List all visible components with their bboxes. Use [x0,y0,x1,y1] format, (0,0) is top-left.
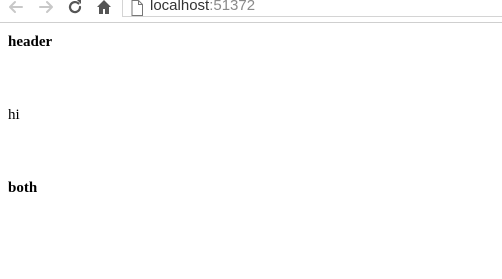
url-host: localhost [150,0,210,14]
home-icon [95,0,113,21]
reload-button[interactable] [66,0,84,18]
both-text: both [8,180,38,196]
page-icon [131,0,143,16]
forward-arrow-icon [37,0,55,21]
hi-text: hi [8,107,20,123]
back-button[interactable] [7,0,25,18]
address-bar[interactable]: localhost:51372 [122,0,502,17]
forward-button[interactable] [37,0,55,18]
header-text: header [8,34,53,50]
url-text[interactable]: localhost:51372 [150,0,255,16]
back-arrow-icon [7,0,25,21]
home-button[interactable] [95,0,113,18]
url-port: :51372 [209,0,256,14]
reload-icon [66,0,84,21]
browser-toolbar: localhost:51372 [0,0,502,23]
